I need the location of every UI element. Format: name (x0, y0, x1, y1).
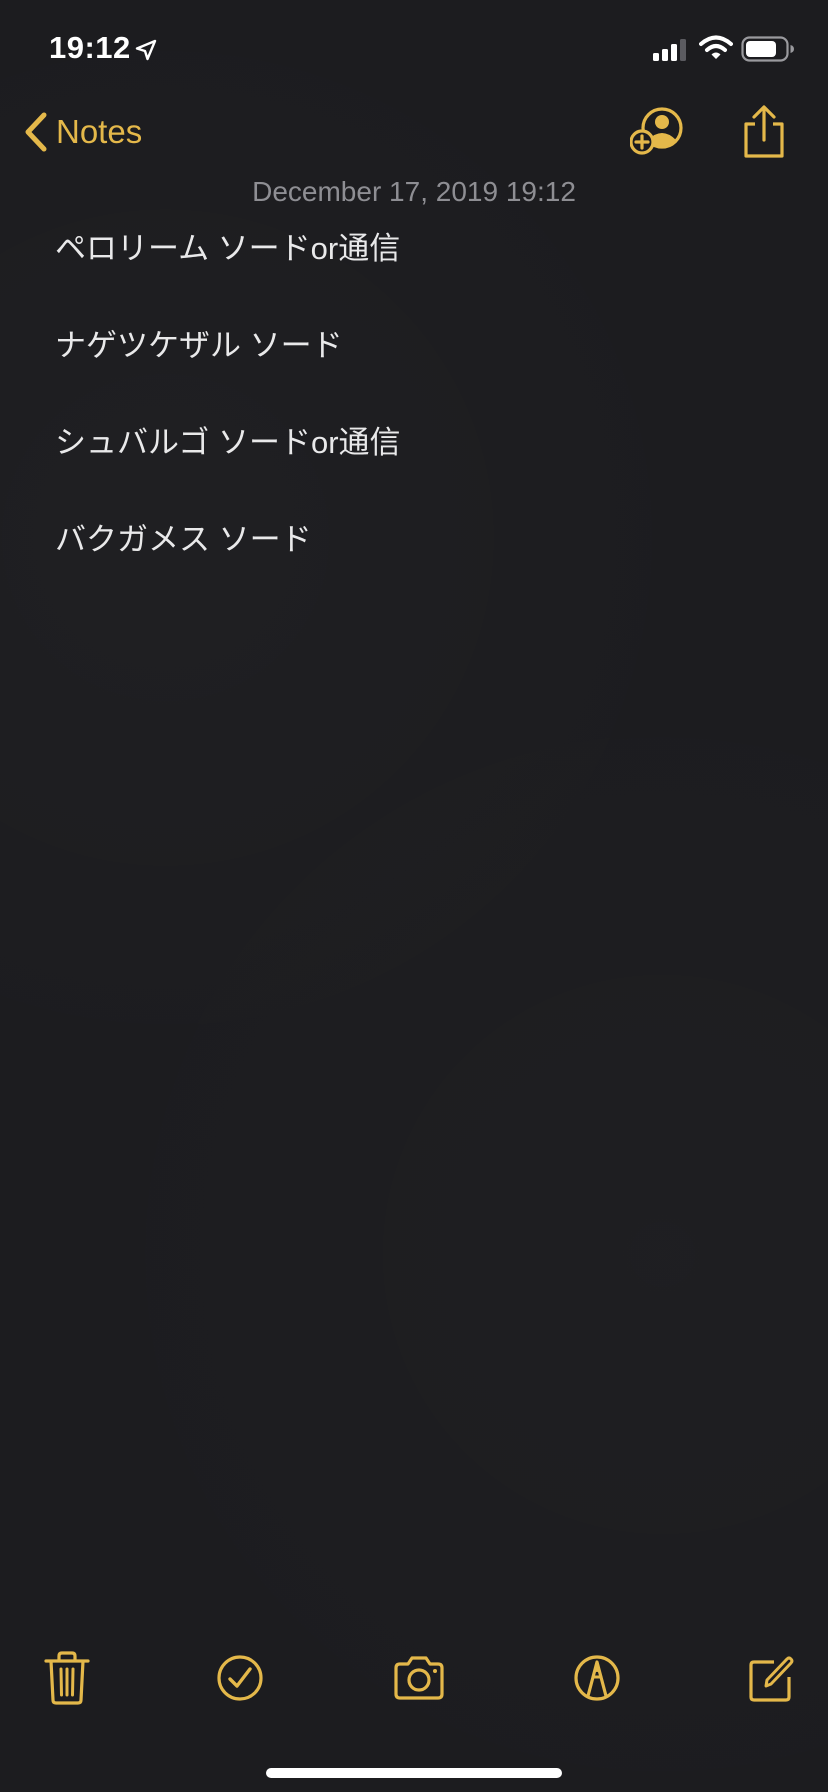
bottom-toolbar (0, 1650, 828, 1710)
compose-icon[interactable] (746, 1650, 796, 1706)
note-body[interactable]: ペロリーム ソードor通信 ナゲツケザル ソード シュバルゴ ソードor通信 バ… (55, 226, 795, 614)
cellular-signal-icon (653, 39, 686, 61)
add-person-icon[interactable] (630, 106, 686, 158)
battery-icon (741, 36, 794, 62)
location-arrow-icon (135, 39, 157, 61)
chevron-left-icon (25, 112, 47, 152)
wifi-icon (699, 35, 733, 59)
share-icon[interactable] (740, 104, 788, 160)
note-line[interactable]: バクガメス ソード (55, 517, 795, 614)
back-button-label: Notes (56, 113, 143, 150)
note-line[interactable]: ナゲツケザル ソード (55, 323, 795, 420)
home-indicator[interactable] (266, 1768, 562, 1778)
checkmark-circle-icon[interactable] (215, 1650, 265, 1706)
note-line[interactable]: シュバルゴ ソードor通信 (55, 420, 795, 517)
note-date: December 17, 2019 19:12 (252, 176, 576, 207)
trash-icon[interactable] (42, 1650, 92, 1706)
back-button[interactable]: Notes (22, 106, 142, 158)
note-line[interactable]: ペロリーム ソードor通信 (55, 226, 795, 323)
camera-icon[interactable] (392, 1650, 446, 1706)
status-bar: 19:12 (0, 0, 828, 100)
markup-pen-icon[interactable] (572, 1650, 622, 1706)
notes-screen: 19:12 Notes December 17, 2019 19:12 ペロリー… (0, 0, 828, 1792)
status-time: 19:12 (49, 30, 131, 65)
